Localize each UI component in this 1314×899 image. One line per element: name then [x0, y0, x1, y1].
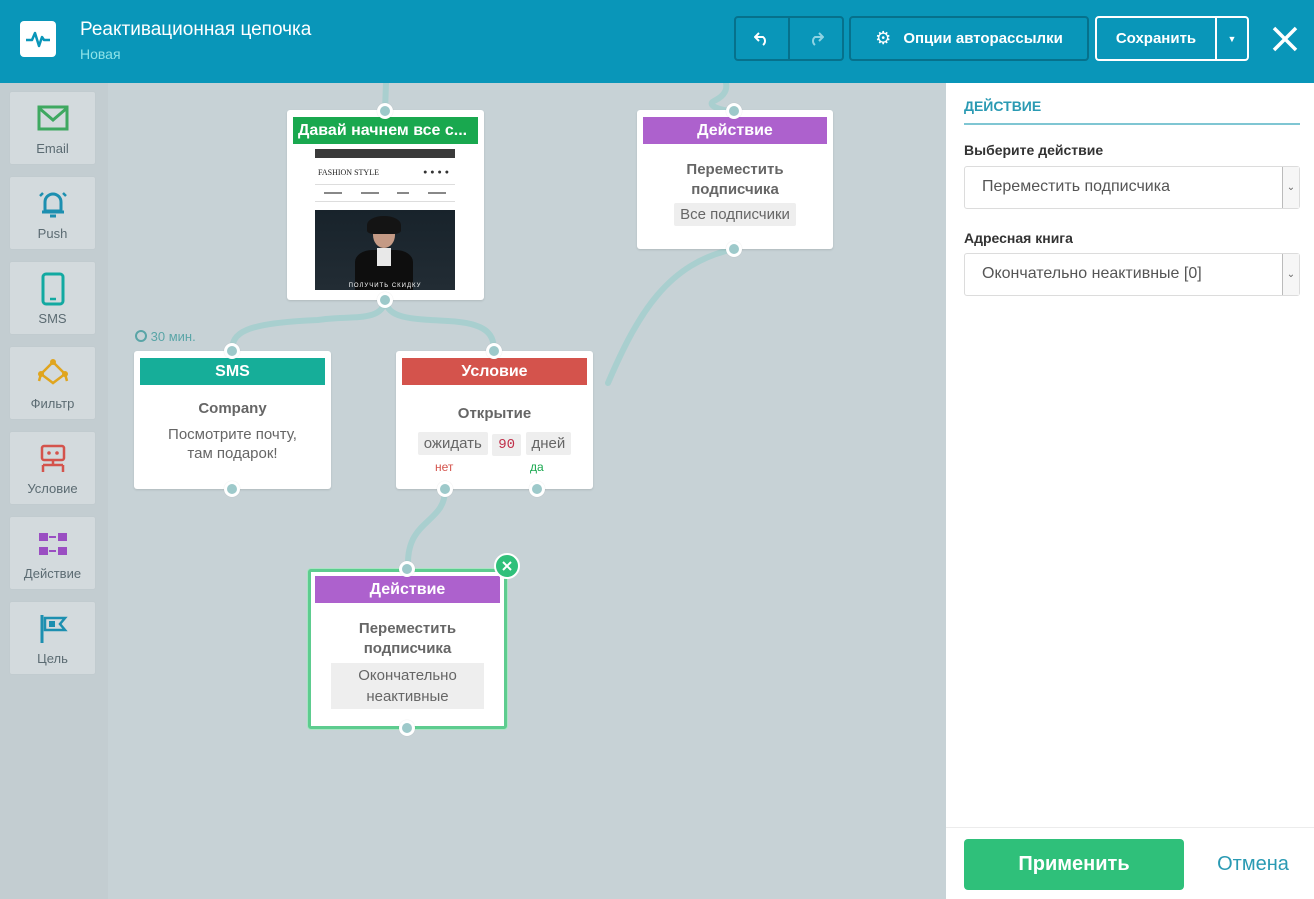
app-logo-icon [20, 21, 56, 57]
condition-yes-port[interactable] [529, 481, 545, 497]
workflow-canvas[interactable]: Давай начнем все с... FASHION STYLE ●●●●… [108, 83, 946, 899]
toolbox-action[interactable]: Действие [9, 516, 96, 590]
action-top-input-port[interactable] [726, 103, 742, 119]
apply-label: Применить [1018, 853, 1130, 875]
chevron-down-icon: ⌄ [1282, 254, 1299, 295]
action-node-selected[interactable]: Действие Переместить подписчика Окончате… [308, 569, 507, 729]
toolbox-email-label: Email [36, 141, 69, 156]
toolbox-sms[interactable]: SMS [9, 261, 96, 335]
email-preview-menu [315, 184, 455, 202]
action-top-output-port[interactable] [726, 241, 742, 257]
toolbox-push[interactable]: Push [9, 176, 96, 250]
undo-icon [754, 31, 766, 46]
email-output-port[interactable] [377, 292, 393, 308]
delete-node-button[interactable] [494, 553, 520, 579]
sms-title: Company [198, 400, 267, 417]
action-select[interactable]: Переместить подписчика ⌄ [964, 166, 1300, 209]
chevron-down-icon: ▼ [1227, 33, 1237, 44]
action-top-header: Действие [643, 117, 827, 144]
action-node-top[interactable]: Действие Переместить подписчика Все подп… [637, 110, 833, 249]
address-book-select[interactable]: Окончательно неактивные [0] ⌄ [964, 253, 1300, 296]
action-bottom-input-port[interactable] [399, 561, 415, 577]
condition-node[interactable]: Условие Открытие ожидать 90 дней нет да [396, 351, 593, 489]
toolbox-filter-label: Фильтр [30, 396, 75, 411]
panel-section-divider [964, 123, 1300, 125]
envelope-icon [37, 105, 69, 131]
action-select-value: Переместить подписчика [982, 178, 1170, 195]
undo-button[interactable] [734, 16, 790, 61]
goal-flag-icon [40, 615, 68, 643]
email-preview-cta: ПОЛУЧИТЬ СКИДКУ [348, 283, 422, 289]
toolbox-email[interactable]: Email [9, 91, 96, 165]
save-button[interactable]: Сохранить [1095, 16, 1217, 61]
action-bottom-chip: Окончательно неактивные [331, 663, 484, 709]
address-book-value: Окончательно неактивные [0] [982, 265, 1202, 282]
chevron-down-icon: ⌄ [1282, 167, 1299, 208]
panel-footer-divider [946, 827, 1314, 828]
toolbox-condition-label: Условие [27, 481, 78, 496]
phone-icon [41, 272, 65, 306]
filter-icon [37, 359, 69, 385]
sms-input-port[interactable] [224, 343, 240, 359]
properties-panel: ДЕЙСТВИЕ Выберите действие Переместить п… [946, 83, 1314, 899]
close-icon[interactable] [1270, 24, 1300, 54]
toolbox-goal-label: Цель [37, 651, 68, 666]
social-icons: ●●●● [423, 169, 452, 176]
condition-days: дней [525, 432, 572, 455]
sms-delay: 30 мин. [135, 329, 196, 344]
action-top-title: Переместить подписчика [686, 161, 784, 198]
sms-text: Посмотрите почту, там подарок! [168, 426, 297, 462]
sms-output-port[interactable] [224, 481, 240, 497]
sms-delay-label: 30 мин. [150, 329, 196, 344]
action-bottom-header: Действие [315, 576, 500, 603]
toolbox-condition[interactable]: Условие [9, 431, 96, 505]
toolbox-action-label: Действие [23, 566, 82, 581]
email-preview-image: FASHION STYLE ●●●● ПОЛУЧИТЬ СКИДКУ [315, 149, 455, 290]
cancel-label: Отмена [1217, 853, 1289, 875]
action-bottom-output-port[interactable] [399, 720, 415, 736]
condition-wait: ожидать [417, 432, 488, 455]
address-book-label: Адресная книга [964, 230, 1073, 246]
email-preview-photo: ПОЛУЧИТЬ СКИДКУ [315, 210, 455, 290]
gear-icon: ⚙ [875, 28, 892, 48]
email-input-port[interactable] [377, 103, 393, 119]
redo-button[interactable] [788, 16, 844, 61]
save-dropdown-button[interactable]: ▼ [1215, 16, 1249, 61]
panel-section-title: ДЕЙСТВИЕ [964, 98, 1042, 114]
bell-icon [39, 192, 67, 218]
apply-button[interactable]: Применить [964, 839, 1184, 890]
condition-no-label: нет [435, 460, 454, 474]
action-bottom-title: Переместить подписчика [358, 620, 457, 657]
campaign-options-button[interactable]: ⚙ Опции авторассылки [849, 16, 1089, 61]
toolbox-filter[interactable]: Фильтр [9, 346, 96, 420]
sms-header: SMS [140, 358, 325, 385]
sms-node[interactable]: SMS Company Посмотрите почту, там подаро… [134, 351, 331, 489]
element-toolbox: Email Push SMS Фильтр Условие Действие Ц… [0, 83, 108, 899]
condition-input-port[interactable] [486, 343, 502, 359]
email-preview-brand: FASHION STYLE [318, 168, 379, 177]
email-node-header: Давай начнем все с... [293, 117, 478, 144]
campaign-title: Реактивационная цепочка [80, 19, 312, 40]
redo-icon [812, 31, 824, 46]
condition-yes-label: да [530, 460, 544, 474]
condition-icon [40, 444, 66, 472]
condition-days-value: 90 [492, 434, 522, 456]
condition-title: Открытие [457, 405, 532, 422]
condition-header: Условие [402, 358, 587, 385]
clock-icon [135, 330, 147, 342]
toolbox-goal[interactable]: Цель [9, 601, 96, 675]
cancel-button[interactable]: Отмена [1208, 839, 1298, 890]
campaign-options-label: Опции авторассылки [903, 30, 1063, 47]
top-bar: Реактивационная цепочка Новая ⚙ Опции ав… [0, 0, 1314, 83]
toolbox-sms-label: SMS [38, 311, 67, 326]
campaign-status: Новая [80, 46, 121, 62]
action-icon [39, 533, 67, 555]
save-label: Сохранить [1115, 30, 1197, 47]
toolbox-push-label: Push [37, 226, 68, 241]
close-icon [502, 561, 512, 571]
action-select-label: Выберите действие [964, 142, 1104, 158]
email-node[interactable]: Давай начнем все с... FASHION STYLE ●●●●… [287, 110, 484, 300]
action-top-chip: Все подписчики [674, 203, 796, 226]
condition-no-port[interactable] [437, 481, 453, 497]
